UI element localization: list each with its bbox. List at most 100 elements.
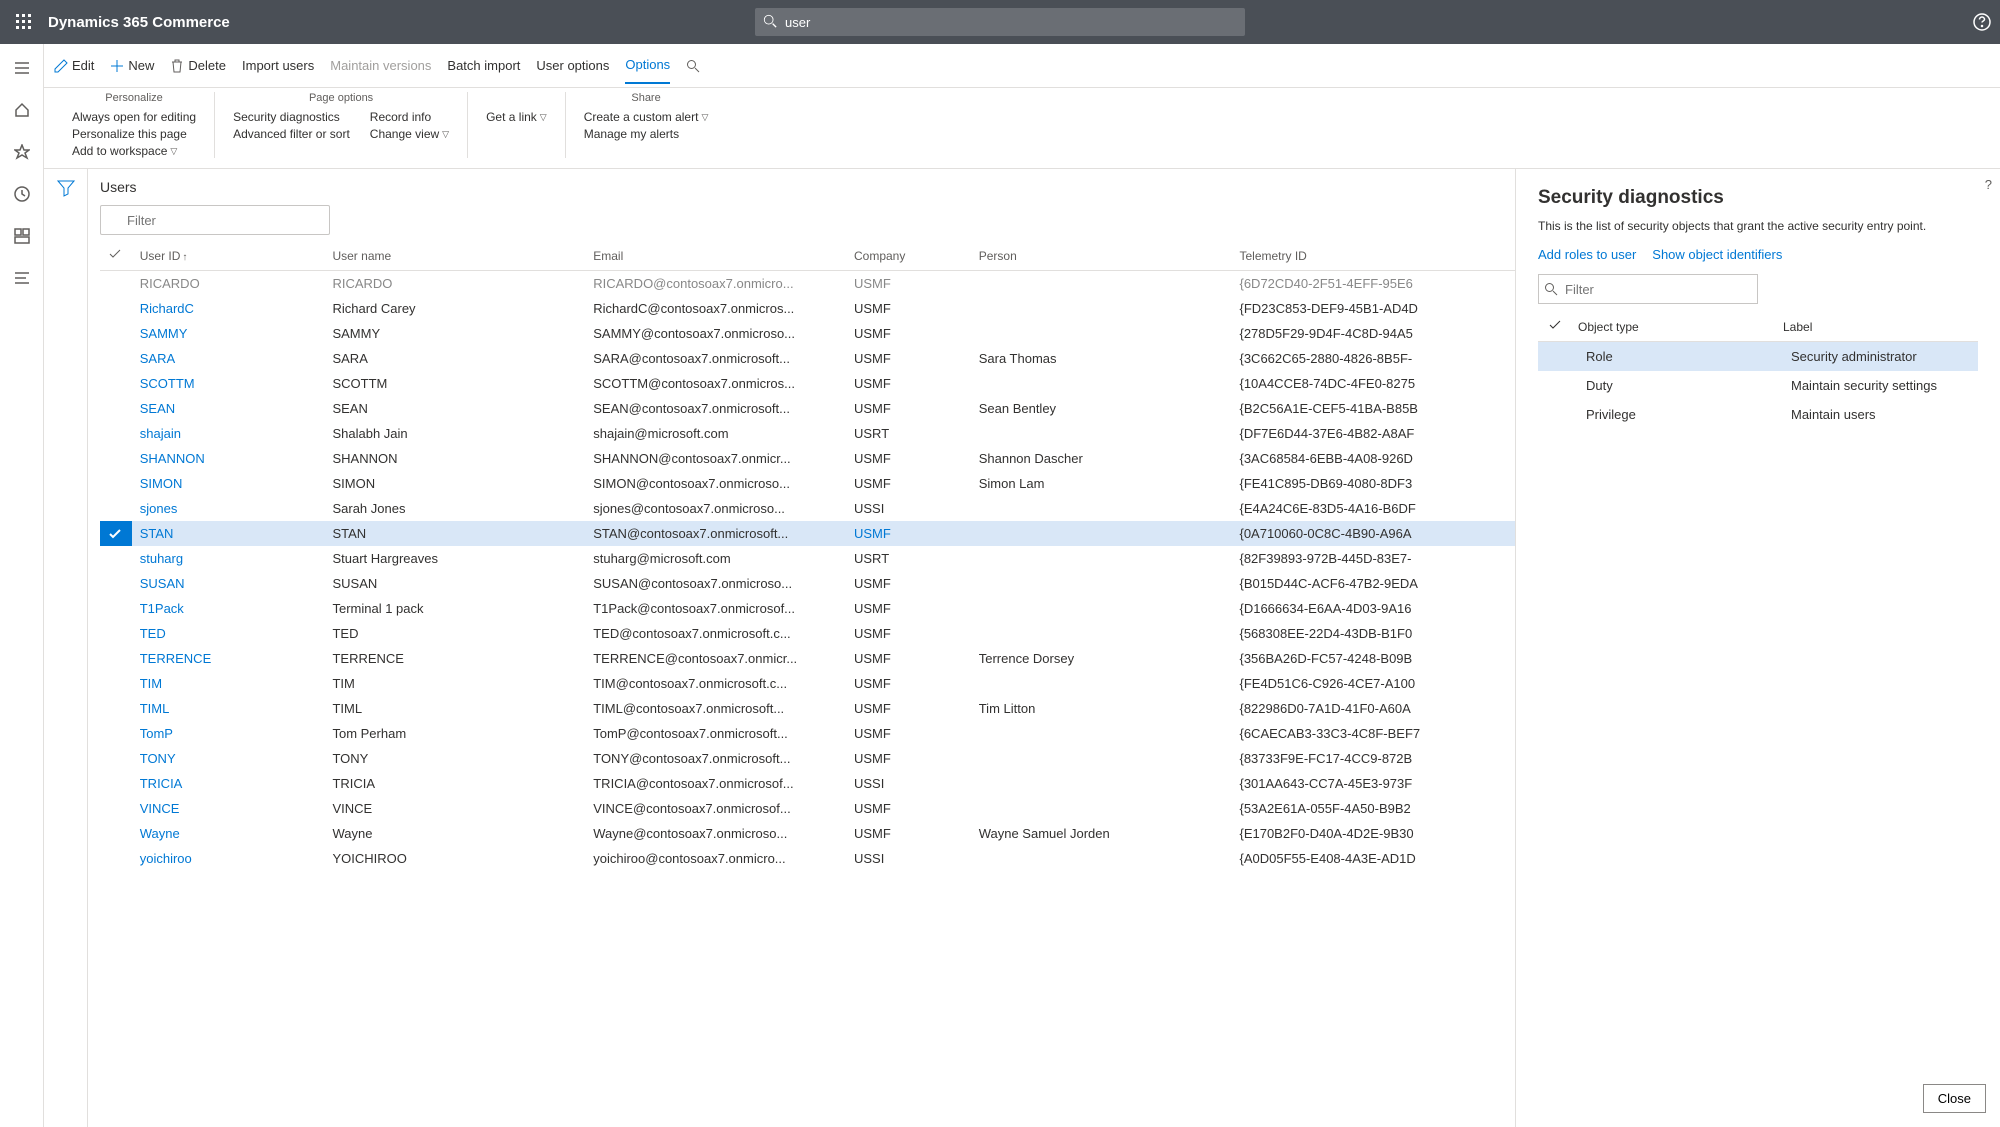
row-selector[interactable]: [100, 371, 132, 396]
help-icon[interactable]: [1972, 12, 1992, 32]
waffle-icon[interactable]: [8, 6, 40, 38]
cell-userid[interactable]: yoichiroo: [132, 846, 325, 871]
table-row[interactable]: RoleSecurity administrator: [1538, 342, 1978, 372]
row-selector[interactable]: [100, 446, 132, 471]
cell-company[interactable]: USMF: [846, 721, 971, 746]
show-identifiers-link[interactable]: Show object identifiers: [1652, 247, 1782, 262]
table-row[interactable]: RICARDORICARDORICARDO@contosoax7.onmicro…: [100, 271, 1515, 297]
cell-company[interactable]: USMF: [846, 346, 971, 371]
pane-select-all[interactable]: [1538, 312, 1568, 342]
cell-company[interactable]: USSI: [846, 771, 971, 796]
cell-company[interactable]: USMF: [846, 396, 971, 421]
import-users-button[interactable]: Import users: [242, 58, 314, 73]
find-button[interactable]: [686, 59, 700, 73]
row-selector[interactable]: [100, 671, 132, 696]
row-selector[interactable]: [100, 421, 132, 446]
pane-filter-input[interactable]: [1538, 274, 1758, 304]
user-options-button[interactable]: User options: [536, 58, 609, 73]
options-tab[interactable]: Options: [625, 57, 670, 84]
cell-company[interactable]: USMF: [846, 671, 971, 696]
cell-company[interactable]: USMF: [846, 596, 971, 621]
row-selector[interactable]: [100, 521, 132, 546]
personalize-page-link[interactable]: Personalize this page: [72, 127, 196, 141]
hamburger-icon[interactable]: [8, 54, 36, 82]
row-selector[interactable]: [100, 621, 132, 646]
col-person[interactable]: Person: [971, 241, 1232, 271]
cell-userid[interactable]: TIML: [132, 696, 325, 721]
table-row[interactable]: SHANNONSHANNONSHANNON@contosoax7.onmicr.…: [100, 446, 1515, 471]
table-row[interactable]: DutyMaintain security settings: [1538, 371, 1978, 400]
row-selector[interactable]: [1538, 371, 1568, 400]
select-all-checkbox[interactable]: [100, 241, 132, 271]
grid-quickfilter-input[interactable]: [100, 205, 330, 235]
table-row[interactable]: PrivilegeMaintain users: [1538, 400, 1978, 429]
help-icon[interactable]: ?: [1985, 177, 1992, 192]
cell-company[interactable]: USMF: [846, 371, 971, 396]
col-email[interactable]: Email: [585, 241, 846, 271]
cell-userid[interactable]: TERRENCE: [132, 646, 325, 671]
add-workspace-link[interactable]: Add to workspace▽: [72, 144, 196, 158]
table-row[interactable]: TIMTIMTIM@contosoax7.onmicrosoft.c...USM…: [100, 671, 1515, 696]
cell-company[interactable]: USSI: [846, 846, 971, 871]
table-row[interactable]: TIMLTIMLTIML@contosoax7.onmicrosoft...US…: [100, 696, 1515, 721]
row-selector[interactable]: [100, 746, 132, 771]
cell-company[interactable]: USMF: [846, 296, 971, 321]
cell-company[interactable]: USMF: [846, 471, 971, 496]
cell-company[interactable]: USMF: [846, 646, 971, 671]
pane-col-type[interactable]: Object type: [1568, 312, 1773, 342]
col-userid[interactable]: User ID↑: [132, 241, 325, 271]
row-selector[interactable]: [100, 796, 132, 821]
table-row[interactable]: SAMMYSAMMYSAMMY@contosoax7.onmicroso...U…: [100, 321, 1515, 346]
table-row[interactable]: STANSTANSTAN@contosoax7.onmicrosoft...US…: [100, 521, 1515, 546]
cell-userid[interactable]: RichardC: [132, 296, 325, 321]
modules-icon[interactable]: [8, 264, 36, 292]
row-selector[interactable]: [100, 721, 132, 746]
close-button[interactable]: Close: [1923, 1084, 1986, 1113]
adv-filter-link[interactable]: Advanced filter or sort: [233, 127, 350, 141]
cell-userid[interactable]: TIM: [132, 671, 325, 696]
table-row[interactable]: SCOTTMSCOTTMSCOTTM@contosoax7.onmicros..…: [100, 371, 1515, 396]
row-selector[interactable]: [100, 296, 132, 321]
filter-pane-toggle[interactable]: [44, 169, 88, 1127]
row-selector[interactable]: [100, 396, 132, 421]
row-selector[interactable]: [100, 821, 132, 846]
row-selector[interactable]: [100, 471, 132, 496]
cell-company[interactable]: USMF: [846, 521, 971, 546]
cell-userid[interactable]: SHANNON: [132, 446, 325, 471]
cell-userid[interactable]: STAN: [132, 521, 325, 546]
row-selector[interactable]: [1538, 342, 1568, 372]
row-selector[interactable]: [100, 346, 132, 371]
row-selector[interactable]: [100, 646, 132, 671]
cell-userid[interactable]: sjones: [132, 496, 325, 521]
table-row[interactable]: SIMONSIMONSIMON@contosoax7.onmicroso...U…: [100, 471, 1515, 496]
workspaces-icon[interactable]: [8, 222, 36, 250]
row-selector[interactable]: [100, 771, 132, 796]
cell-userid[interactable]: TED: [132, 621, 325, 646]
delete-button[interactable]: Delete: [170, 58, 226, 73]
cell-company[interactable]: USMF: [846, 446, 971, 471]
change-view-link[interactable]: Change view▽: [370, 127, 449, 141]
table-row[interactable]: SEANSEANSEAN@contosoax7.onmicrosoft...US…: [100, 396, 1515, 421]
row-selector[interactable]: [1538, 400, 1568, 429]
cell-userid[interactable]: TomP: [132, 721, 325, 746]
security-diagnostics-link[interactable]: Security diagnostics: [233, 110, 350, 124]
table-row[interactable]: TERRENCETERRENCETERRENCE@contosoax7.onmi…: [100, 646, 1515, 671]
cell-company[interactable]: USMF: [846, 571, 971, 596]
record-info-link[interactable]: Record info: [370, 110, 449, 124]
cell-company[interactable]: USMF: [846, 696, 971, 721]
cell-company[interactable]: USSI: [846, 496, 971, 521]
cell-company[interactable]: USRT: [846, 421, 971, 446]
table-row[interactable]: TomPTom PerhamTomP@contosoax7.onmicrosof…: [100, 721, 1515, 746]
col-company[interactable]: Company: [846, 241, 971, 271]
cell-userid[interactable]: VINCE: [132, 796, 325, 821]
cell-userid[interactable]: stuharg: [132, 546, 325, 571]
cell-userid[interactable]: SEAN: [132, 396, 325, 421]
cell-company[interactable]: USMF: [846, 746, 971, 771]
cell-company[interactable]: USMF: [846, 271, 971, 297]
table-row[interactable]: TRICIATRICIATRICIA@contosoax7.onmicrosof…: [100, 771, 1515, 796]
cell-company[interactable]: USMF: [846, 796, 971, 821]
table-row[interactable]: WayneWayneWayne@contosoax7.onmicroso...U…: [100, 821, 1515, 846]
cell-company[interactable]: USMF: [846, 621, 971, 646]
cell-userid[interactable]: RICARDO: [132, 271, 325, 297]
table-row[interactable]: sjonesSarah Jonessjones@contosoax7.onmic…: [100, 496, 1515, 521]
